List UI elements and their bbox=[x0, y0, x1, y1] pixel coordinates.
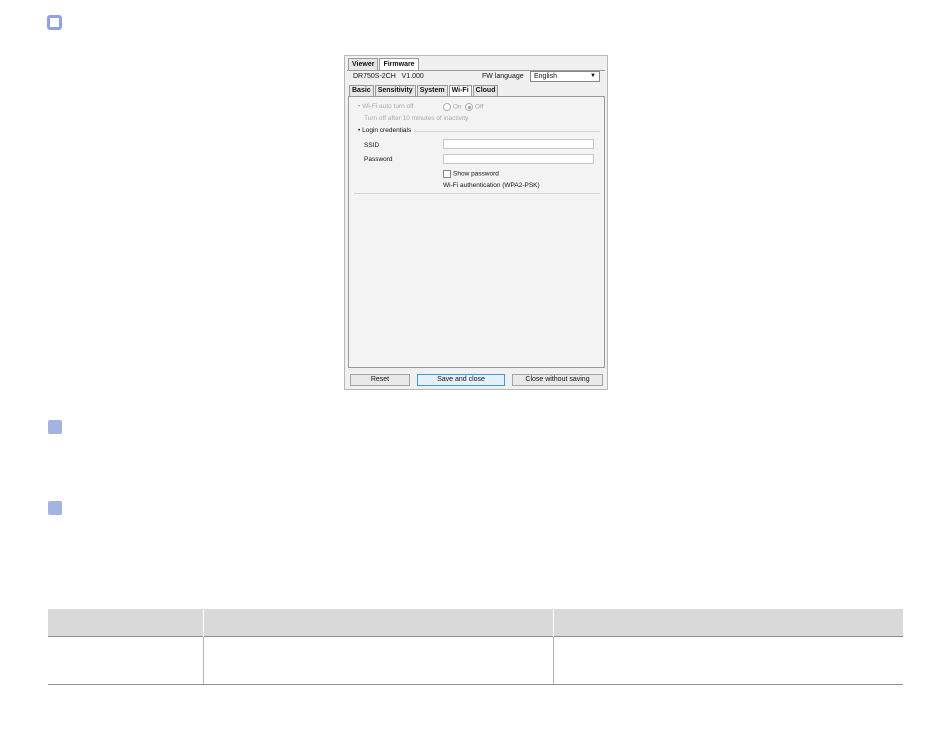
show-password-checkbox[interactable] bbox=[443, 170, 451, 178]
wifi-settings-panel: • Wi-Fi auto turn off On Off Turn off af… bbox=[348, 96, 605, 368]
table-row bbox=[48, 636, 903, 685]
close-without-saving-button[interactable]: Close without saving bbox=[512, 374, 603, 386]
login-credentials-label: • Login credentials bbox=[358, 127, 412, 134]
reset-button[interactable]: Reset bbox=[350, 374, 410, 386]
login-credentials-text: Login credentials bbox=[362, 127, 412, 134]
radio-off-label: Off bbox=[474, 103, 484, 111]
top-tab-bar: Viewer Firmware bbox=[348, 58, 420, 71]
wifi-auth-text: Wi-Fi authentication (WPA2-PSK) bbox=[443, 182, 540, 189]
table-cell bbox=[552, 636, 903, 685]
firmware-settings-dialog: Viewer Firmware DR750S-2CH V1.000 FW lan… bbox=[344, 55, 608, 390]
fw-language-label: FW language bbox=[482, 73, 524, 80]
fw-language-select[interactable]: English ▼ bbox=[530, 71, 600, 82]
radio-off[interactable] bbox=[465, 103, 474, 111]
model-name: DR750S-2CH bbox=[353, 73, 396, 80]
fw-language-value: English bbox=[534, 73, 557, 80]
section-bullet-outline-icon bbox=[47, 15, 62, 30]
group-bottom-divider bbox=[354, 193, 600, 194]
table-cell bbox=[202, 636, 553, 685]
tab-viewer[interactable]: Viewer bbox=[348, 58, 379, 70]
firmware-version: V1.000 bbox=[401, 73, 424, 80]
settings-tab-bar: Basic Sensitivity System Wi-Fi Cloud bbox=[349, 85, 499, 97]
radio-on[interactable] bbox=[443, 103, 451, 111]
ssid-input[interactable] bbox=[443, 139, 594, 149]
tab-system[interactable]: System bbox=[416, 85, 448, 96]
show-password-row: Show password bbox=[443, 170, 499, 178]
group-divider bbox=[414, 131, 600, 132]
table-header-cell bbox=[552, 609, 903, 637]
table-header-cell bbox=[48, 609, 203, 637]
wifi-auto-turn-off-options: On Off bbox=[443, 103, 483, 111]
tab-basic[interactable]: Basic bbox=[349, 85, 374, 96]
table-cell bbox=[48, 636, 203, 685]
info-table bbox=[48, 609, 903, 685]
password-input[interactable] bbox=[443, 154, 594, 164]
password-label: Password bbox=[364, 156, 393, 163]
dropdown-arrow-icon: ▼ bbox=[590, 73, 596, 79]
section-bullet-icon bbox=[48, 501, 62, 515]
table-header-row bbox=[48, 609, 903, 637]
model-info: DR750S-2CH V1.000 bbox=[353, 73, 424, 80]
tab-cloud[interactable]: Cloud bbox=[472, 85, 499, 96]
ssid-label: SSID bbox=[364, 142, 380, 149]
auto-turn-off-hint: Turn off after 10 minutes of inactivity bbox=[364, 115, 469, 122]
section-bullet-icon bbox=[48, 420, 62, 434]
show-password-label: Show password bbox=[453, 170, 499, 178]
table-header-cell bbox=[202, 609, 553, 637]
tab-sensitivity[interactable]: Sensitivity bbox=[374, 85, 416, 96]
radio-on-label: On bbox=[452, 103, 462, 111]
save-and-close-button[interactable]: Save and close bbox=[417, 374, 505, 386]
wifi-auto-turn-off-label: • Wi-Fi auto turn off bbox=[358, 103, 414, 110]
wifi-auto-turn-off-text: Wi-Fi auto turn off bbox=[362, 103, 414, 110]
